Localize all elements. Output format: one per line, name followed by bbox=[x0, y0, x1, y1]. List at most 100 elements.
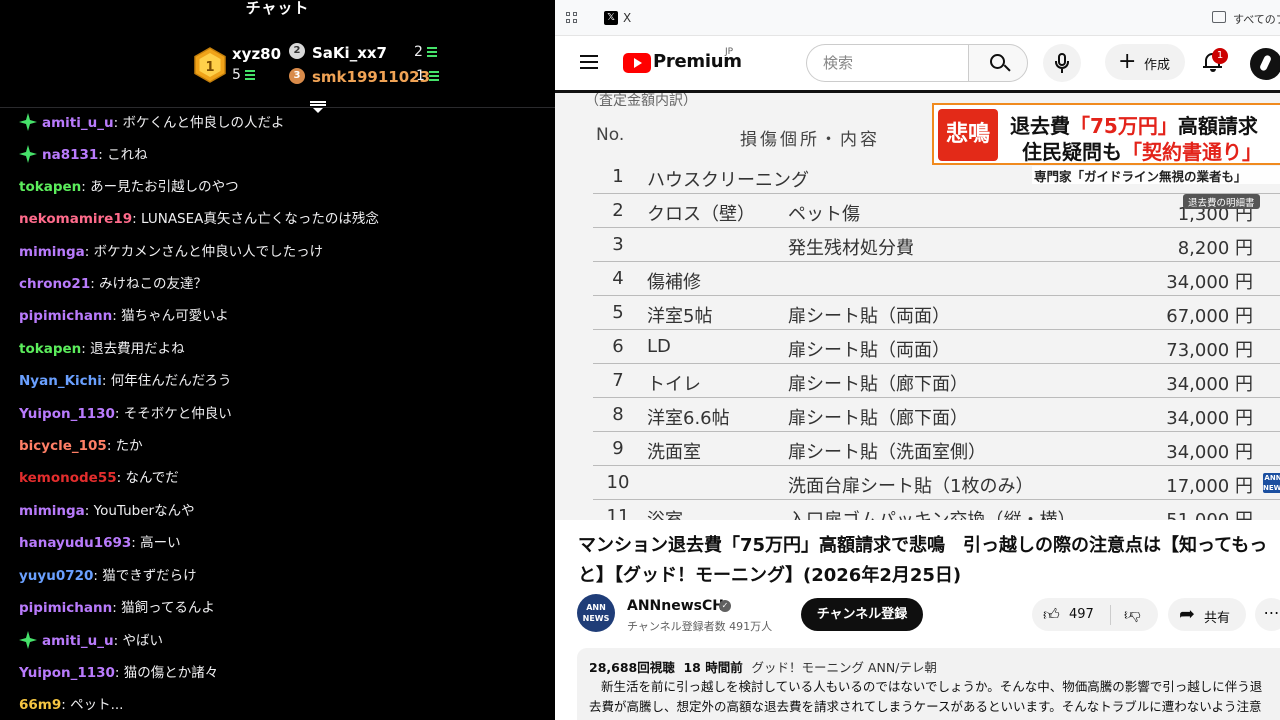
region-code: JP bbox=[725, 47, 734, 57]
row-amount: 17,000 円 bbox=[1166, 476, 1253, 497]
chat-username[interactable]: 66m9 bbox=[19, 697, 61, 713]
more-actions-icon[interactable]: ⋯ bbox=[1255, 598, 1280, 631]
chat-message: miminga: ボケカメンさんと仲良い人でしたっけ bbox=[19, 243, 324, 260]
row-location: クロス（壁） bbox=[647, 204, 755, 225]
chat-panel: チャット 1 xyz80 5 2 SaKi_xx7 2 3 smk1991102… bbox=[0, 0, 555, 720]
youtube-header: Premium JP +作成 1 bbox=[555, 36, 1280, 90]
chat-username[interactable]: pipimichann bbox=[19, 308, 112, 324]
chat-username[interactable]: Yuipon_1130 bbox=[19, 665, 115, 681]
leaderboard-third-count: 1 bbox=[416, 68, 439, 84]
chat-username[interactable]: nekomamire19 bbox=[19, 211, 132, 227]
chat-message-text: ボケカメンさんと仲良い人でしたっけ bbox=[93, 243, 324, 260]
chat-message-text: 猫ちゃん可愛いよ bbox=[121, 308, 229, 325]
chat-username[interactable]: hanayudu1693 bbox=[19, 535, 131, 551]
chat-username[interactable]: tokapen bbox=[19, 341, 81, 357]
row-work: 扉シート貼（両面） bbox=[788, 306, 950, 327]
chat-message-text: 高ーい bbox=[140, 535, 181, 552]
estimate-row: 9 洗面室 扉シート貼（洗面室側） 34,000 円 bbox=[593, 432, 1280, 466]
chat-username[interactable]: na8131 bbox=[42, 147, 98, 163]
chat-message: yuyu0720: 猫できずだらけ bbox=[19, 567, 197, 584]
chat-username[interactable]: miminga bbox=[19, 503, 85, 519]
leaderboard-second-user[interactable]: SaKi_xx7 bbox=[312, 44, 387, 62]
row-amount: 34,000 円 bbox=[1166, 374, 1253, 395]
notification-count-badge: 1 bbox=[1212, 48, 1228, 64]
apps-grid-icon[interactable] bbox=[566, 12, 578, 24]
channel-avatar[interactable]: ANN NEWS bbox=[577, 594, 615, 632]
chat-leaderboard: 1 xyz80 5 2 SaKi_xx7 2 3 smk19911023 1 bbox=[0, 20, 555, 108]
leaderboard-first-user[interactable]: xyz80 bbox=[232, 45, 281, 63]
chat-message-text: たか bbox=[115, 438, 143, 454]
hamburger-menu-icon[interactable] bbox=[580, 55, 598, 69]
chat-message: pipimichann: 猫ちゃん可愛いよ bbox=[19, 308, 229, 325]
row-number: 5 bbox=[612, 302, 624, 323]
voice-search-button[interactable] bbox=[1043, 44, 1081, 82]
chat-message: pipimichann: 猫飼ってるんよ bbox=[19, 600, 215, 616]
gift-sub-icon bbox=[244, 70, 255, 80]
browser-window: 𝕏 X すべてのブッ Premium JP +作成 1 （査定金額内訳） No.… bbox=[555, 0, 1280, 720]
gift-sub-icon bbox=[426, 47, 437, 57]
leaderboard-first-count: 5 bbox=[232, 67, 255, 83]
chat-message: Yuipon_1130: 猫の傷とか諸々 bbox=[19, 664, 219, 681]
chat-username[interactable]: chrono21 bbox=[19, 276, 90, 292]
account-avatar[interactable] bbox=[1250, 48, 1280, 80]
youtube-logo-icon[interactable] bbox=[623, 53, 651, 73]
like-button[interactable]: 👍︎ 497 bbox=[1032, 598, 1110, 631]
chat-username[interactable]: Nyan_Kichi bbox=[19, 373, 102, 389]
search-input[interactable] bbox=[806, 44, 969, 82]
headline-line-2: 住民疑問も「契約書通り」 bbox=[1022, 140, 1262, 164]
document-caption-badge: 退去費の明細書 bbox=[1183, 194, 1260, 209]
chat-username[interactable]: amiti_u_u bbox=[42, 115, 114, 131]
share-arrow-icon: ➦ bbox=[1179, 603, 1195, 625]
estimate-row: 8 洋室6.6帖 扉シート貼（廊下面） 34,000 円 bbox=[593, 398, 1280, 432]
leaderboard-third-user[interactable]: smk19911023 bbox=[312, 68, 430, 86]
row-location: 洗面室 bbox=[647, 442, 701, 463]
chat-username[interactable]: yuyu0720 bbox=[19, 568, 93, 584]
chat-username[interactable]: pipimichann bbox=[19, 600, 112, 616]
headline-subtitle: 専門家「ガイドライン無視の業者も」 bbox=[1032, 166, 1280, 184]
chat-username[interactable]: bicycle_105 bbox=[19, 438, 107, 454]
ann-news-logo: ANN NEWS bbox=[1263, 473, 1280, 493]
row-amount: 8,200 円 bbox=[1177, 238, 1253, 259]
sparkle-badge-icon bbox=[19, 631, 37, 650]
chat-username[interactable]: kemonode55 bbox=[19, 470, 117, 486]
gift-sub-icon bbox=[428, 71, 439, 81]
create-button[interactable]: + 作成 bbox=[1105, 44, 1185, 80]
leaderboard-second-count: 2 bbox=[414, 44, 437, 60]
chat-username[interactable]: miminga bbox=[19, 244, 85, 260]
rank-1-number: 1 bbox=[205, 60, 214, 75]
all-bookmarks-folder[interactable]: すべてのブッ bbox=[1233, 11, 1280, 27]
chat-message-text: ボケくんと仲良しの人だよ bbox=[122, 115, 285, 131]
chat-message: kemonode55: なんでだ bbox=[19, 470, 179, 487]
description-box[interactable]: 28,688回視聴 18 時間前 グッド！モーニング ANN/テレ朝 新生活を前… bbox=[577, 648, 1280, 720]
x-favicon-icon[interactable]: 𝕏 bbox=[604, 11, 618, 25]
row-work: ペット傷 bbox=[788, 204, 860, 225]
sparkle-badge-icon bbox=[19, 145, 37, 164]
row-number: 1 bbox=[612, 166, 624, 187]
dislike-button[interactable]: 👍︎ bbox=[1111, 598, 1158, 631]
estimate-row: 4 傷補修 34,000 円 bbox=[593, 262, 1280, 296]
search-button[interactable] bbox=[968, 44, 1028, 82]
chat-message: tokapen: 退去費用だよね bbox=[19, 340, 185, 357]
row-location: トイレ bbox=[647, 374, 701, 395]
chat-message-text: ペット... bbox=[70, 697, 124, 714]
chat-message-text: 何年住んだんだろう bbox=[110, 373, 232, 390]
share-button[interactable]: ➦ 共有 bbox=[1168, 598, 1246, 631]
row-amount: 34,000 円 bbox=[1166, 272, 1253, 293]
headline-line-1: 退去費「75万円」高額請求 bbox=[1010, 114, 1258, 138]
channel-name[interactable]: ANNnewsCH bbox=[627, 598, 724, 614]
chat-username[interactable]: Yuipon_1130 bbox=[19, 406, 115, 422]
bookmark-x[interactable]: X bbox=[623, 11, 631, 25]
chat-message: amiti_u_u: やばい bbox=[19, 631, 163, 650]
subscribe-button[interactable]: チャンネル登録 bbox=[801, 598, 923, 631]
chat-message: Yuipon_1130: そそボケと仲良い bbox=[19, 405, 232, 422]
chat-username[interactable]: tokapen bbox=[19, 179, 81, 195]
video-player[interactable]: （査定金額内訳） No. 損傷個所・内容 1 ハウスクリーニング 2 クロス（壁） ペッ… bbox=[555, 90, 1280, 520]
chat-message-list[interactable]: amiti_u_u: ボケくんと仲良しの人だよ na8131: これね tokape… bbox=[0, 108, 555, 720]
chat-username[interactable]: amiti_u_u bbox=[42, 633, 114, 649]
row-number: 9 bbox=[612, 438, 624, 459]
row-number: 10 bbox=[606, 472, 630, 493]
folder-icon[interactable] bbox=[1212, 11, 1226, 23]
chat-message-text: 猫できずだらけ bbox=[102, 567, 197, 584]
description-meta: 28,688回視聴 18 時間前 グッド！モーニング ANN/テレ朝 bbox=[589, 660, 937, 675]
row-amount: 34,000 円 bbox=[1166, 408, 1253, 429]
